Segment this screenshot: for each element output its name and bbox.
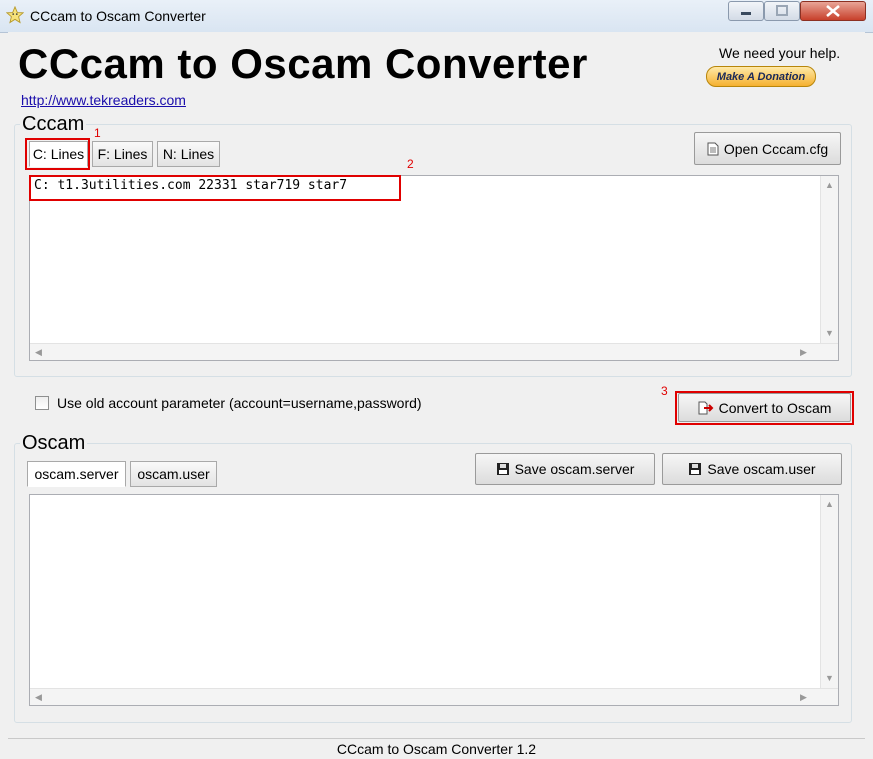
cccam-horizontal-scrollbar[interactable]: ◀ ▶ (30, 343, 838, 360)
scroll-up-icon[interactable]: ▲ (821, 180, 838, 190)
maximize-button[interactable] (764, 1, 800, 21)
oscam-textarea[interactable]: ▲ ▼ ◀ ▶ (29, 494, 839, 706)
close-icon (826, 5, 840, 17)
donate-button[interactable]: Make A Donation (706, 66, 816, 87)
scroll-right-icon[interactable]: ▶ (800, 692, 807, 703)
tab-n-lines[interactable]: N: Lines (157, 141, 220, 167)
tab-f-lines[interactable]: F: Lines (92, 141, 153, 167)
status-bar: CCcam to Oscam Converter 1.2 (8, 738, 865, 759)
annotation-box-1 (25, 138, 90, 170)
document-icon (707, 142, 719, 155)
tab-oscam-user[interactable]: oscam.user (130, 461, 217, 487)
minimize-button[interactable] (728, 1, 764, 21)
maximize-icon (776, 5, 788, 16)
close-button[interactable] (800, 1, 866, 21)
oscam-group-label: Oscam (20, 432, 88, 454)
scroll-down-icon[interactable]: ▼ (821, 328, 838, 338)
save-oscam-user-button[interactable]: Save oscam.user (662, 453, 842, 485)
app-heading: CCcam to Oscam Converter (18, 40, 588, 87)
window-title: CCcam to Oscam Converter (30, 8, 206, 24)
cccam-textarea[interactable]: C: t1.3utilities.com 22331 star719 star7… (29, 175, 839, 361)
old-account-checkbox[interactable] (35, 396, 49, 410)
oscam-vertical-scrollbar[interactable]: ▲ ▼ (820, 495, 838, 689)
annotation-box-2 (29, 175, 401, 201)
scroll-left-icon[interactable]: ◀ (35, 692, 42, 703)
minimize-icon (741, 12, 751, 15)
help-text: We need your help. (719, 45, 841, 61)
annotation-marker-2: 2 (407, 157, 414, 171)
annotation-marker-3: 3 (661, 384, 668, 398)
annotation-box-3 (675, 391, 854, 425)
cccam-vertical-scrollbar[interactable]: ▲ ▼ (820, 176, 838, 344)
open-cccam-button[interactable]: Open Cccam.cfg (694, 132, 841, 165)
floppy-disk-icon (689, 463, 702, 475)
save-oscam-server-label: Save oscam.server (514, 461, 635, 477)
scroll-down-icon[interactable]: ▼ (821, 673, 838, 683)
oscam-horizontal-scrollbar[interactable]: ◀ ▶ (30, 688, 838, 705)
title-bar[interactable]: CCcam to Oscam Converter (0, 0, 873, 33)
open-cccam-label: Open Cccam.cfg (723, 140, 829, 157)
tab-oscam-server[interactable]: oscam.server (27, 461, 126, 487)
save-oscam-user-label: Save oscam.user (707, 461, 816, 477)
old-account-label: Use old account parameter (account=usern… (57, 395, 422, 411)
annotation-marker-1: 1 (94, 126, 101, 140)
scroll-up-icon[interactable]: ▲ (821, 499, 838, 509)
save-oscam-server-button[interactable]: Save oscam.server (475, 453, 655, 485)
floppy-disk-icon (496, 463, 509, 475)
star-icon (6, 6, 24, 24)
cccam-group-label: Cccam (20, 113, 87, 135)
scroll-right-icon[interactable]: ▶ (800, 347, 807, 358)
scroll-left-icon[interactable]: ◀ (35, 347, 42, 358)
website-link[interactable]: http://www.tekreaders.com (21, 92, 186, 108)
